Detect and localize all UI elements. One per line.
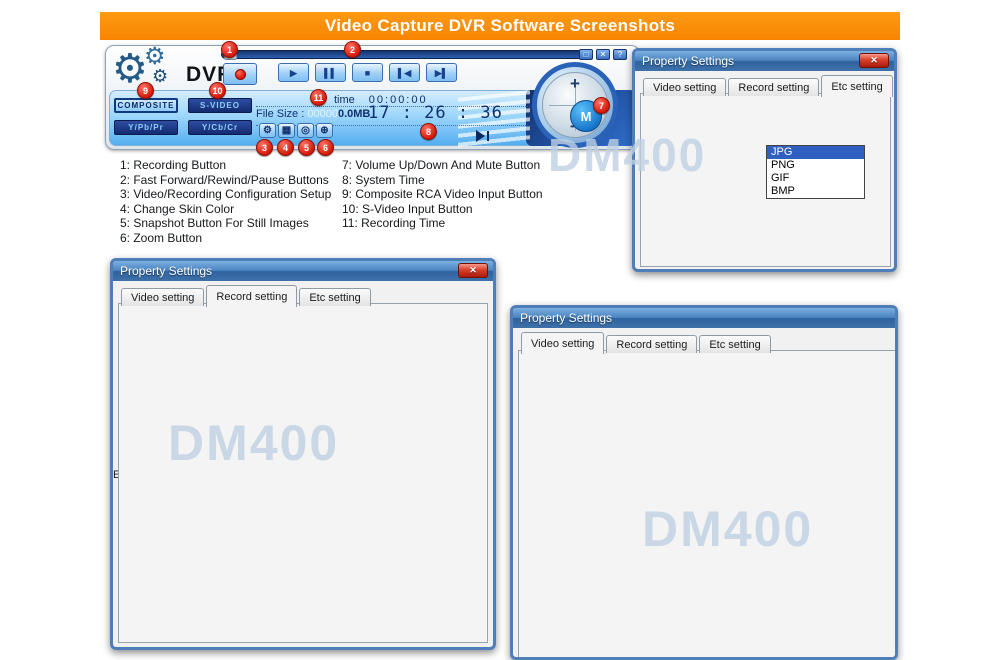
rewind-button[interactable]: ▌◀: [389, 63, 420, 82]
ypbpr-input-button[interactable]: Y/Pb/Pr: [114, 120, 178, 135]
legend-left-column: 1: Recording Button 2: Fast Forward/Rewi…: [120, 158, 331, 246]
window-title: Property Settings: [120, 264, 212, 278]
legend-item: 2: Fast Forward/Rewind/Pause Buttons: [120, 173, 331, 188]
callout-9: 9: [137, 82, 154, 99]
svideo-input-button[interactable]: S-VIDEO: [188, 98, 252, 113]
legend-item: 4: Change Skin Color: [120, 202, 331, 217]
speaker-icon-bar: [487, 131, 489, 141]
pause-button[interactable]: ▌▌: [315, 63, 346, 82]
callout-8: 8: [420, 123, 437, 140]
file-size: File Size : 000000.0MB: [256, 108, 370, 120]
tab-video-setting[interactable]: Video setting: [121, 288, 204, 306]
tab-record-setting[interactable]: Record setting: [606, 335, 697, 353]
option-jpg[interactable]: JPG: [767, 146, 864, 159]
tab-video-setting[interactable]: Video setting: [521, 332, 604, 354]
legend-item: 10: S-Video Input Button: [342, 202, 543, 217]
legend-item: 6: Zoom Button: [120, 231, 331, 246]
configuration-button[interactable]: ⚙: [259, 123, 276, 138]
legend-item: 7: Volume Up/Down And Mute Button: [342, 158, 543, 173]
ycbcr-input-button[interactable]: Y/Cb/Cr: [188, 120, 252, 135]
callout-5: 5: [298, 139, 315, 156]
volume-up-button[interactable]: +: [543, 74, 607, 94]
system-time: 17 : 26 : 36: [368, 103, 503, 123]
property-settings-video-window: Property Settings Video settingRecord se…: [510, 305, 898, 660]
minimize-button[interactable]: □: [579, 49, 593, 60]
tab-video-setting[interactable]: Video setting: [643, 78, 726, 96]
page-title: Video Capture DVR Software Screenshots: [100, 12, 900, 40]
window-titlebar[interactable]: Property Settings ✕: [635, 51, 894, 71]
legend-item: 5: Snapshot Button For Still Images: [120, 216, 331, 231]
legend-right-column: 7: Volume Up/Down And Mute Button 8: Sys…: [342, 158, 543, 231]
callout-4: 4: [277, 139, 294, 156]
close-icon[interactable]: ✕: [458, 263, 488, 278]
legend-item: 9: Composite RCA Video Input Button: [342, 187, 543, 202]
callout-2: 2: [344, 41, 361, 58]
callout-10: 10: [209, 82, 226, 99]
tab-strip: Video settingRecord settingEtc setting: [643, 74, 895, 94]
tab-page: [518, 350, 898, 660]
tab-record-setting[interactable]: Record setting: [206, 285, 297, 307]
file-size-value: 0.0MB: [338, 108, 370, 120]
option-png[interactable]: PNG: [767, 159, 864, 172]
stop-button[interactable]: ■: [352, 63, 383, 82]
tab-strip: Video settingRecord settingEtc setting: [121, 284, 373, 304]
legend-item: 3: Video/Recording Configuration Setup: [120, 187, 331, 202]
tab-strip: Video settingRecord settingEtc setting: [521, 331, 773, 351]
legend-item: 8: System Time: [342, 173, 543, 188]
legend-item: 1: Recording Button: [120, 158, 331, 173]
seek-bar[interactable]: [221, 50, 593, 59]
tab-etc-setting[interactable]: Etc setting: [821, 75, 892, 97]
close-icon[interactable]: ✕: [859, 53, 889, 68]
window-title: Property Settings: [520, 311, 612, 325]
callout-7: 7: [593, 97, 610, 114]
skin-color-button[interactable]: ▦: [278, 123, 295, 138]
close-icon[interactable]: ✕: [596, 49, 610, 60]
screenshot: Video Capture DVR Software Screenshots ⚙…: [0, 0, 1000, 660]
option-bmp[interactable]: BMP: [767, 185, 864, 198]
dvr-player-window: ⚙ ⚙ ⚙ DVR □ ✕ ? ▶ ▌▌ ■ ▌◀ ▶▌ COMPOSITE S…: [105, 45, 640, 150]
speaker-icon: [476, 130, 485, 142]
option-gif[interactable]: GIF: [767, 172, 864, 185]
composite-input-button[interactable]: COMPOSITE: [114, 98, 178, 113]
file-size-zeros: 00000: [307, 108, 338, 120]
window-title: Property Settings: [642, 54, 734, 68]
callout-1: 1: [221, 41, 238, 58]
fast-forward-button[interactable]: ▶▌: [426, 63, 457, 82]
help-button[interactable]: ?: [613, 49, 627, 60]
tab-etc-setting[interactable]: Etc setting: [299, 288, 370, 306]
zoom-button[interactable]: ⊕: [316, 123, 333, 138]
play-button[interactable]: ▶: [278, 63, 309, 82]
tab-etc-setting[interactable]: Etc setting: [699, 335, 770, 353]
callout-3: 3: [256, 139, 273, 156]
property-settings-etc-window: Property Settings ✕ Video settingRecord …: [632, 48, 897, 272]
snapshot-button[interactable]: ◎: [297, 123, 314, 138]
callout-11: 11: [310, 89, 327, 106]
property-settings-record-window: Property Settings ✕ Video settingRecord …: [110, 258, 496, 650]
transport-controls: ▶ ▌▌ ■ ▌◀ ▶▌: [278, 63, 560, 83]
record-icon: [235, 69, 246, 80]
image-type-dropdown-list: JPG PNG GIF BMP: [766, 145, 865, 199]
callout-6: 6: [317, 139, 334, 156]
window-titlebar[interactable]: Property Settings: [513, 308, 895, 328]
tab-record-setting[interactable]: Record setting: [728, 78, 819, 96]
window-titlebar[interactable]: Property Settings ✕: [113, 261, 493, 281]
tab-page: [118, 303, 488, 643]
record-button[interactable]: [223, 63, 257, 85]
legend-item: 11: Recording Time: [342, 216, 543, 231]
